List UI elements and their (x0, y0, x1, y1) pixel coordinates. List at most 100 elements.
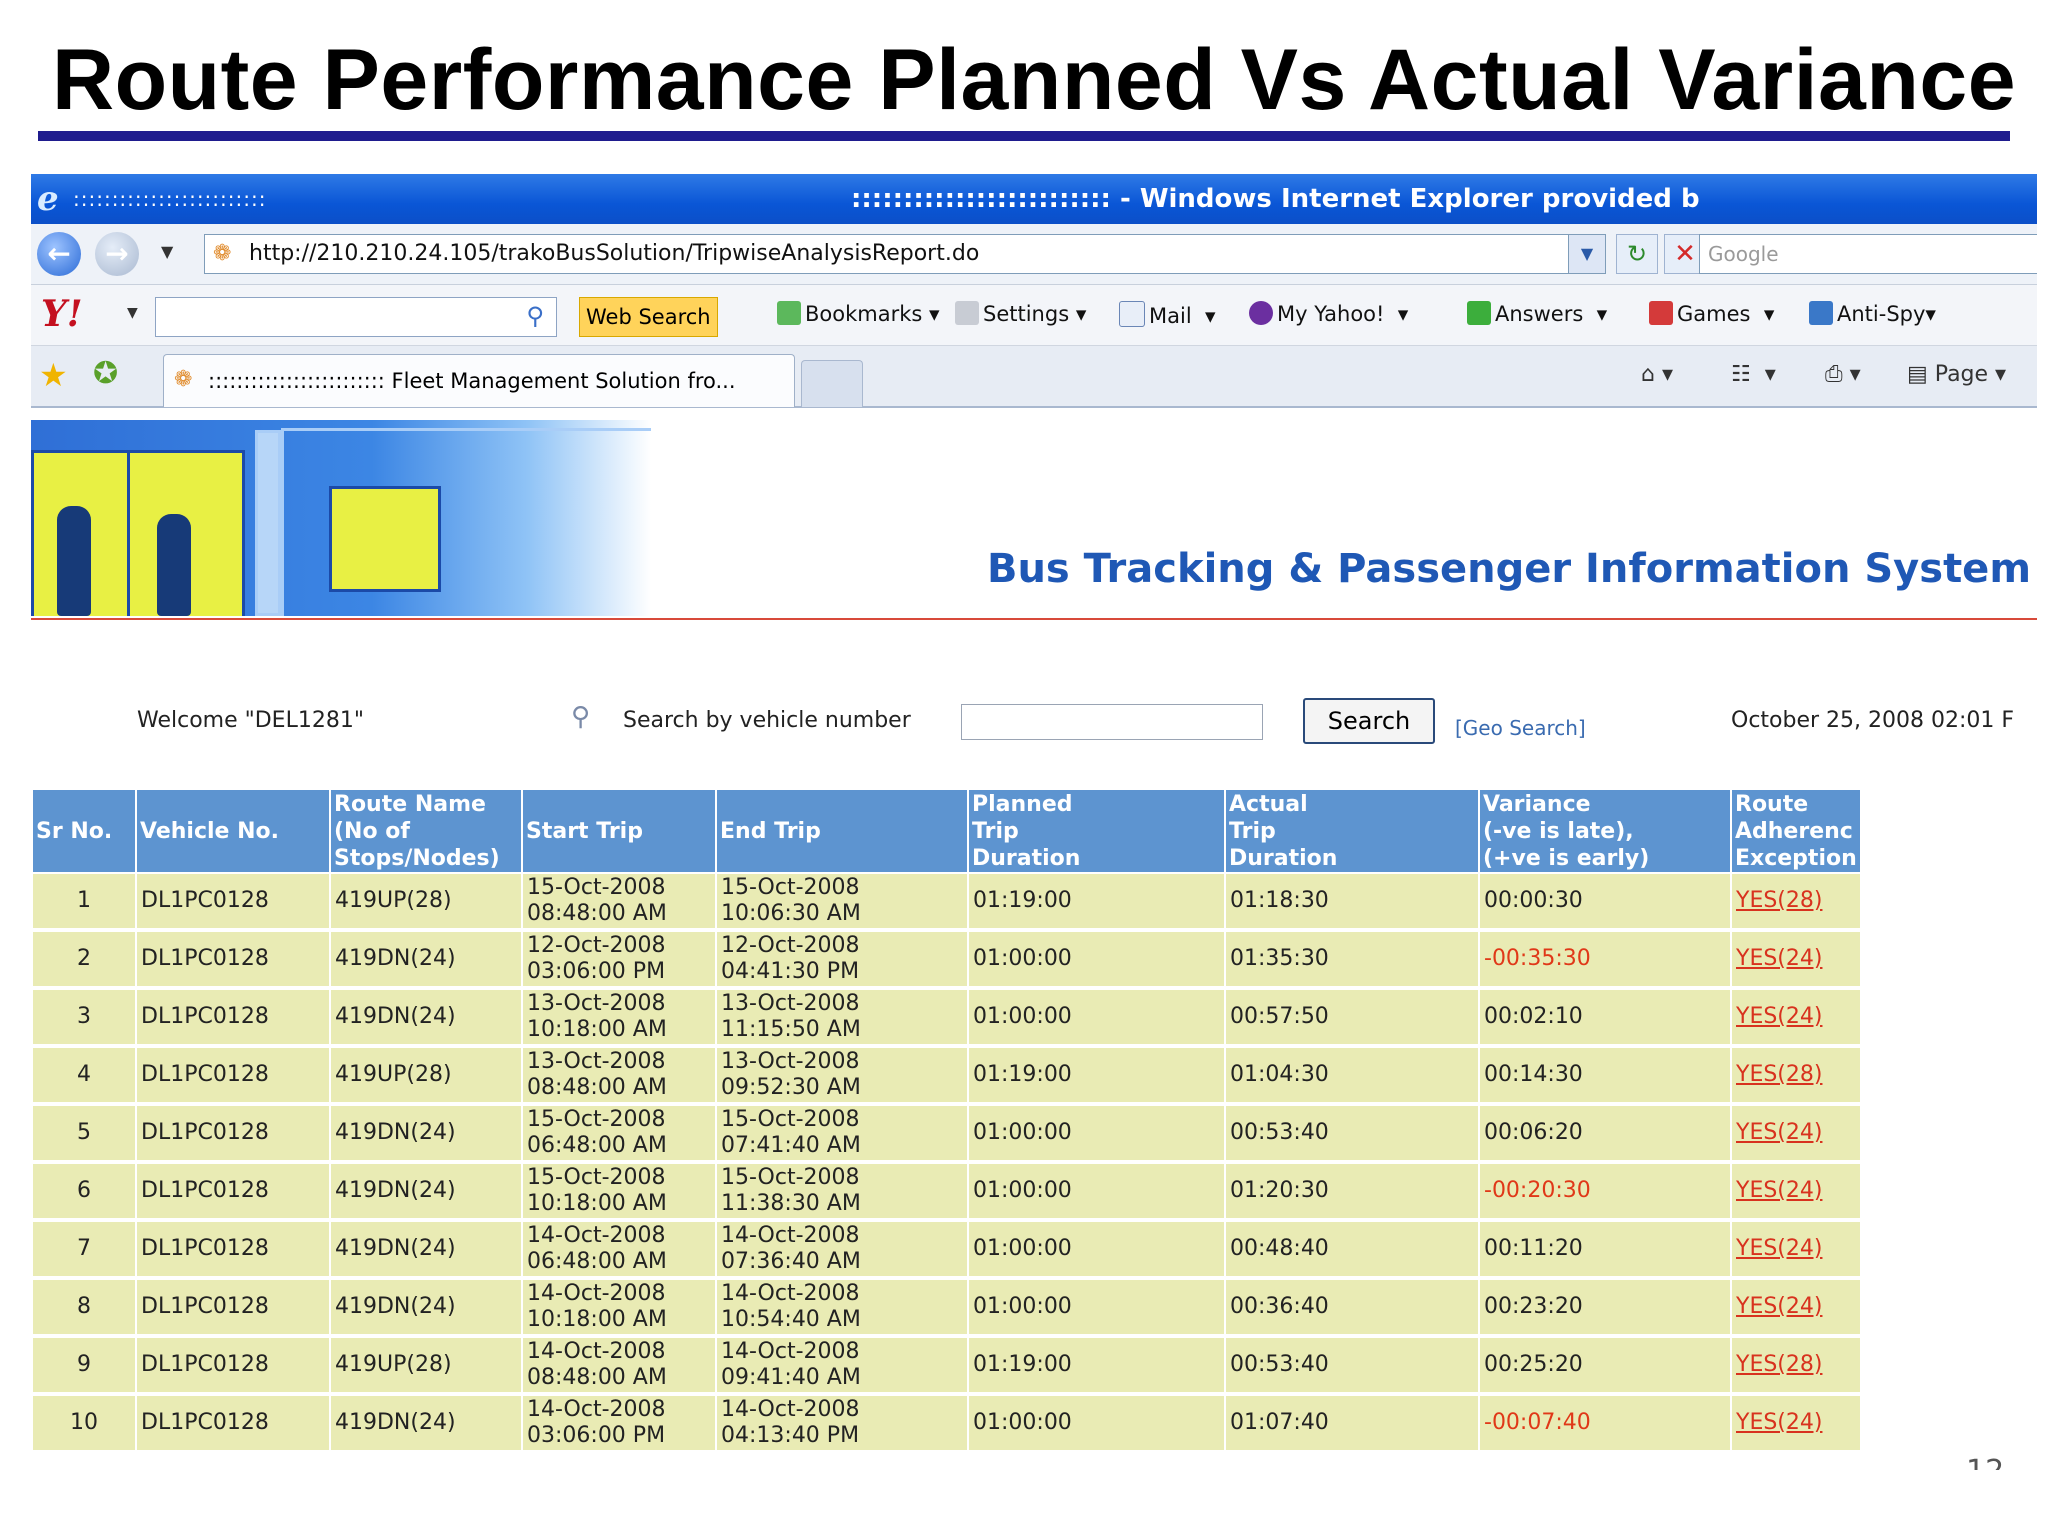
cell-vehicle-no: DL1PC0128 (137, 1338, 329, 1396)
cell-route-exception[interactable]: YES(24) (1732, 1106, 1860, 1164)
history-dropdown-icon[interactable]: ▼ (161, 242, 173, 261)
cell-start-trip-text: 14-Oct-2008 (527, 1339, 666, 1364)
cell-route-exception[interactable]: YES(24) (1732, 1396, 1860, 1452)
rss-feed-icon[interactable]: ☷ ▾ (1731, 362, 1776, 387)
magnifier-icon[interactable]: ⚲ (526, 302, 544, 330)
route-exception-link[interactable]: YES(28) (1736, 1062, 1822, 1087)
my-yahoo-button[interactable]: My Yahoo! ▾ (1249, 301, 1408, 326)
cell-route-name-text: 419UP(28) (335, 888, 452, 913)
refresh-button[interactable]: ↻ (1616, 234, 1658, 274)
header-actual-duration[interactable]: Actual Trip Duration (1226, 790, 1478, 874)
cell-end-trip: 15-Oct-2008 11:38:30 AM (717, 1164, 967, 1222)
url-dropdown-icon[interactable]: ▼ (1568, 235, 1605, 273)
cell-actual-duration-text: 00:57:50 (1230, 1004, 1329, 1029)
route-exception-link[interactable]: YES(24) (1736, 1294, 1822, 1319)
cell-route-exception[interactable]: YES(28) (1732, 1048, 1860, 1106)
route-exception-link[interactable]: YES(28) (1736, 1352, 1822, 1377)
cell-route-exception[interactable]: YES(24) (1732, 1164, 1860, 1222)
cell-vehicle-no: DL1PC0128 (137, 990, 329, 1048)
header-variance[interactable]: Variance (-ve is late), (+ve is early) (1480, 790, 1730, 874)
cell-route-name: 419UP(28) (331, 1048, 521, 1106)
cell-route-exception[interactable]: YES(24) (1732, 932, 1860, 990)
trip-analysis-table: Sr No. Vehicle No. Route Name (No of Stops… (31, 790, 1862, 1452)
cell-variance-text: -00:20:30 (1484, 1178, 1591, 1203)
yahoo-dropdown-icon[interactable]: ▼ (127, 305, 138, 321)
cell-actual-duration-text: 01:35:30 (1230, 946, 1329, 971)
cell-vehicle-no: DL1PC0128 (137, 1222, 329, 1280)
cell-end-trip: 12-Oct-2008 04:41:30 PM (717, 932, 967, 990)
cell-sr-no: 7 (33, 1222, 135, 1280)
back-button[interactable]: ← (37, 232, 81, 276)
route-exception-link[interactable]: YES(24) (1736, 946, 1822, 971)
cell-route-exception[interactable]: YES(28) (1732, 1338, 1860, 1396)
cell-end-trip-text: 11:38:30 AM (721, 1191, 861, 1216)
bookmarks-menu[interactable]: Bookmarks ▾ (777, 301, 940, 326)
anti-spy-button[interactable]: Anti-Spy▾ (1809, 301, 1936, 326)
cell-actual-duration: 00:48:40 (1226, 1222, 1478, 1280)
cell-variance-text: -00:35:30 (1484, 946, 1591, 971)
cell-start-trip-text: 13-Oct-2008 (527, 991, 666, 1016)
yahoo-logo[interactable]: Y! (41, 293, 83, 335)
new-tab-button[interactable] (801, 360, 863, 407)
cell-planned-duration: 01:19:00 (969, 874, 1224, 932)
geo-search-link[interactable]: [Geo Search] (1455, 716, 1586, 740)
cell-end-trip: 14-Oct-2008 09:41:40 AM (717, 1338, 967, 1396)
games-button[interactable]: Games ▾ (1649, 301, 1774, 326)
header-end-trip[interactable]: End Trip (717, 790, 967, 874)
web-search-button[interactable]: Web Search (579, 297, 718, 337)
mail-label: Mail (1149, 304, 1192, 328)
search-icon: ⚲ (571, 702, 591, 732)
vehicle-search-input[interactable] (961, 704, 1263, 740)
cell-vehicle-no-text: DL1PC0128 (141, 1352, 269, 1377)
header-sr-no[interactable]: Sr No. (33, 790, 135, 874)
answers-button[interactable]: Answers ▾ (1467, 301, 1607, 326)
url-field[interactable]: ❁ http://210.210.24.105/trakoBusSolution… (204, 234, 1606, 274)
route-exception-link[interactable]: YES(24) (1736, 1236, 1822, 1261)
header-vehicle-no[interactable]: Vehicle No. (137, 790, 329, 874)
header-route-name[interactable]: Route Name (No of Stops/Nodes) (331, 790, 521, 874)
table-body: 1 DL1PC0128 419UP(28) 15-Oct-2008 08:48:00 A… (33, 874, 1860, 1452)
cell-vehicle-no-text: DL1PC0128 (141, 1236, 269, 1261)
cell-planned-duration-text: 01:00:00 (973, 1294, 1072, 1319)
cell-variance: -00:20:30 (1480, 1164, 1730, 1222)
settings-menu[interactable]: Settings ▾ (955, 301, 1086, 326)
route-exception-link[interactable]: YES(24) (1736, 1410, 1822, 1435)
cell-actual-duration: 01:04:30 (1226, 1048, 1478, 1106)
google-search-field[interactable]: Google (1699, 234, 2037, 274)
page-menu[interactable]: ▤ Page ▾ (1907, 362, 2006, 387)
search-button[interactable]: Search (1303, 698, 1435, 744)
cell-planned-duration: 01:00:00 (969, 1222, 1224, 1280)
cell-route-exception[interactable]: YES(24) (1732, 1280, 1860, 1338)
cell-end-trip-text: 12-Oct-2008 (721, 933, 860, 958)
route-exception-link[interactable]: YES(24) (1736, 1120, 1822, 1145)
cell-end-trip-text: 11:15:50 AM (721, 1017, 861, 1042)
header-route-adherence[interactable]: Route Adherenc Exception (1732, 790, 1860, 874)
header-start-trip[interactable]: Start Trip (523, 790, 715, 874)
forward-button[interactable]: → (95, 232, 139, 276)
print-icon[interactable]: ⎙ ▾ (1825, 362, 1861, 387)
header-planned-duration[interactable]: Planned Trip Duration (969, 790, 1224, 874)
mail-button[interactable]: Mail ▾ (1119, 301, 1216, 328)
cell-route-exception[interactable]: YES(28) (1732, 874, 1860, 932)
cell-route-name-text: 419DN(24) (335, 946, 456, 971)
route-exception-link[interactable]: YES(28) (1736, 888, 1822, 913)
add-favorite-icon[interactable]: ✪ (93, 356, 118, 391)
cell-sr-no: 10 (33, 1396, 135, 1452)
settings-icon (955, 301, 979, 325)
cell-route-exception[interactable]: YES(24) (1732, 1222, 1860, 1280)
cell-route-exception[interactable]: YES(24) (1732, 990, 1860, 1048)
cell-variance-text: 00:14:30 (1484, 1062, 1583, 1087)
cell-actual-duration-text: 01:20:30 (1230, 1178, 1329, 1203)
cell-vehicle-no-text: DL1PC0128 (141, 1410, 269, 1435)
yahoo-search-input[interactable]: ⚲ (155, 297, 557, 337)
tab-fleet-management[interactable]: ❁ ::::::::::::::::::::::::: Fleet Manage… (163, 354, 795, 407)
home-icon[interactable]: ⌂ ▾ (1641, 362, 1673, 387)
route-exception-link[interactable]: YES(24) (1736, 1004, 1822, 1029)
route-exception-link[interactable]: YES(24) (1736, 1178, 1822, 1203)
cell-end-trip-text: 14-Oct-2008 (721, 1339, 860, 1364)
cell-vehicle-no: DL1PC0128 (137, 1106, 329, 1164)
cell-sr-no: 4 (33, 1048, 135, 1106)
favorites-star-icon[interactable]: ★ (39, 356, 68, 394)
cell-start-trip-text: 03:06:00 PM (527, 959, 666, 984)
cell-vehicle-no: DL1PC0128 (137, 1280, 329, 1338)
